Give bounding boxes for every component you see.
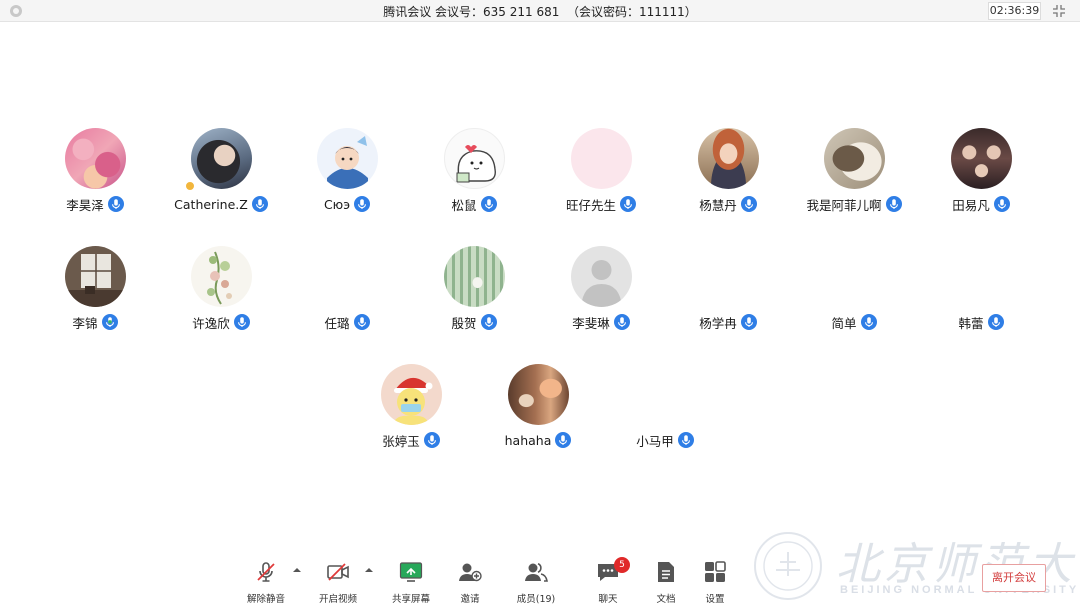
mic-icon <box>740 196 757 212</box>
host-crown-icon <box>185 181 195 191</box>
share-screen-label: 共享屏幕 <box>391 594 430 605</box>
members-icon <box>525 563 548 582</box>
participant-grid: 李昊泽 Catherine.Z Сюэ 松鼠 旺仔先生 杨慧丹 我是阿菲儿啊 田… <box>0 22 1080 552</box>
avatar <box>698 128 759 189</box>
meeting-toolbar: 解除静音 开启视频 共享屏幕 邀请 成员(19) 5 聊天 文档 设置 离开会议 <box>0 552 1080 608</box>
avatar <box>191 128 252 189</box>
participant-name: 小马甲 <box>636 433 674 449</box>
mic-speaking-icon <box>101 314 118 330</box>
avatar <box>824 128 885 189</box>
chat-button[interactable]: 5 聊天 <box>578 557 638 605</box>
participant-name: 杨慧丹 <box>699 197 737 213</box>
avatar <box>191 246 252 307</box>
participant-name: 旺仔先生 <box>565 197 616 213</box>
settings-label: 设置 <box>705 594 725 605</box>
meeting-window: 腾讯会议 会议号：635 211 681 （会议密码：111111） 02:36… <box>0 0 1080 608</box>
invite-label: 邀请 <box>460 594 480 605</box>
participant-name: Сюэ <box>323 196 351 212</box>
avatar <box>444 246 505 307</box>
leave-meeting-button[interactable]: 离开会议 <box>982 564 1046 592</box>
avatar <box>508 364 569 425</box>
participant-name: 简单 <box>831 315 857 331</box>
participant-name: 殷贺 <box>451 315 477 331</box>
invite-button[interactable]: 邀请 <box>440 557 500 605</box>
mic-icon <box>740 314 757 330</box>
participant-name: 李锦 <box>72 315 98 331</box>
participant-name: Catherine.Z <box>174 196 248 212</box>
settings-grid-icon <box>705 561 726 582</box>
title-bar: 腾讯会议 会议号：635 211 681 （会议密码：111111） 02:36… <box>0 0 1080 22</box>
meeting-duration-clock: 02:36:39 <box>988 2 1041 20</box>
unread-chat-badge: 5 <box>614 557 630 573</box>
participant-name: 韩蕾 <box>958 315 984 331</box>
participant-name: 任璐 <box>324 315 350 331</box>
video-options-caret-icon[interactable] <box>364 566 374 574</box>
mic-icon <box>353 314 370 330</box>
exit-fullscreen-icon[interactable] <box>1052 4 1066 18</box>
avatar <box>951 128 1012 189</box>
unmute-label: 解除静音 <box>246 594 285 605</box>
mic-icon <box>677 432 694 448</box>
avatar <box>571 128 632 189</box>
start-video-label: 开启视频 <box>318 594 357 605</box>
avatar <box>571 246 632 307</box>
share-screen-button[interactable]: 共享屏幕 <box>381 557 441 605</box>
members-label: 成员(19) <box>516 594 556 605</box>
mic-muted-icon <box>257 562 275 582</box>
avatar <box>65 246 126 307</box>
share-screen-icon <box>399 562 423 582</box>
camera-off-icon <box>327 563 349 581</box>
participant-name: 张婷玉 <box>382 433 420 449</box>
avatar <box>444 128 505 189</box>
participant-name: 李昊泽 <box>66 197 104 213</box>
participant-name: 许逸欣 <box>192 315 230 331</box>
mic-icon <box>860 314 877 330</box>
mic-icon <box>480 196 497 212</box>
meeting-title: 腾讯会议 会议号：635 211 681 （会议密码：111111） <box>383 5 697 19</box>
mic-icon <box>987 314 1004 330</box>
mic-icon <box>885 196 902 212</box>
participant-name: 李斐琳 <box>572 315 610 331</box>
participant-name: hahaha <box>504 432 552 448</box>
mic-icon <box>251 196 268 212</box>
mic-icon <box>354 196 371 212</box>
participant-name: 杨学冉 <box>699 315 737 331</box>
mic-icon <box>993 196 1010 212</box>
avatar <box>317 128 378 189</box>
add-user-icon <box>459 563 482 582</box>
mic-icon <box>107 196 124 212</box>
mic-icon <box>613 314 630 330</box>
mic-icon <box>480 314 497 330</box>
chat-label: 聊天 <box>598 594 618 605</box>
mic-icon <box>620 196 636 212</box>
mic-icon <box>555 432 572 448</box>
document-icon <box>658 562 674 582</box>
avatar <box>381 364 442 425</box>
members-button[interactable]: 成员(19) <box>506 557 566 605</box>
unmute-button[interactable]: 解除静音 <box>236 557 296 605</box>
participant-name: 松鼠 <box>451 197 477 213</box>
mic-icon <box>423 432 440 448</box>
audio-options-caret-icon[interactable] <box>292 566 302 574</box>
mic-icon <box>233 314 250 330</box>
avatar <box>65 128 126 189</box>
participant-name: 田易凡 <box>952 197 990 213</box>
settings-button[interactable]: 设置 <box>685 557 745 605</box>
start-video-button[interactable]: 开启视频 <box>308 557 368 605</box>
participant-name: 我是阿菲儿啊 <box>806 197 882 213</box>
